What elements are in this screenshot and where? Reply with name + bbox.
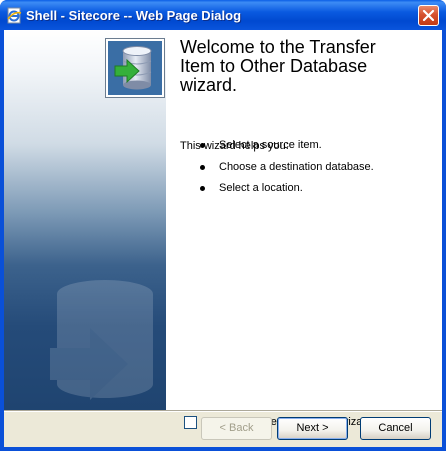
next-button[interactable]: Next > [277, 417, 348, 440]
dialog-window: Shell - Sitecore -- Web Page Dialog Welc… [0, 0, 446, 451]
step-text: Choose a destination database. [219, 161, 374, 173]
skip-first-page-checkbox[interactable] [184, 416, 197, 429]
bullet-icon [200, 186, 205, 191]
ie-page-icon [6, 7, 23, 24]
back-button[interactable]: < Back [201, 417, 272, 440]
bullet-icon [200, 165, 205, 170]
close-icon [422, 9, 435, 22]
step-text: Select a source item. [219, 139, 322, 151]
button-bar-separator [4, 410, 442, 412]
window-title: Shell - Sitecore -- Web Page Dialog [26, 8, 242, 23]
database-transfer-icon [114, 46, 152, 90]
wizard-icon-frame [105, 38, 165, 98]
cancel-button[interactable]: Cancel [360, 417, 431, 440]
database-watermark-icon [50, 278, 160, 410]
close-button[interactable] [418, 5, 439, 26]
step-text: Select a location. [219, 182, 303, 194]
dialog-client-area: Welcome to the Transfer Item to Other Da… [4, 30, 442, 447]
window-frame-right [442, 30, 446, 451]
window-frame-bottom [0, 447, 446, 451]
title-bar[interactable]: Shell - Sitecore -- Web Page Dialog [0, 0, 446, 30]
bullet-icon [200, 143, 205, 148]
wizard-heading: Welcome to the Transfer Item to Other Da… [180, 37, 376, 95]
